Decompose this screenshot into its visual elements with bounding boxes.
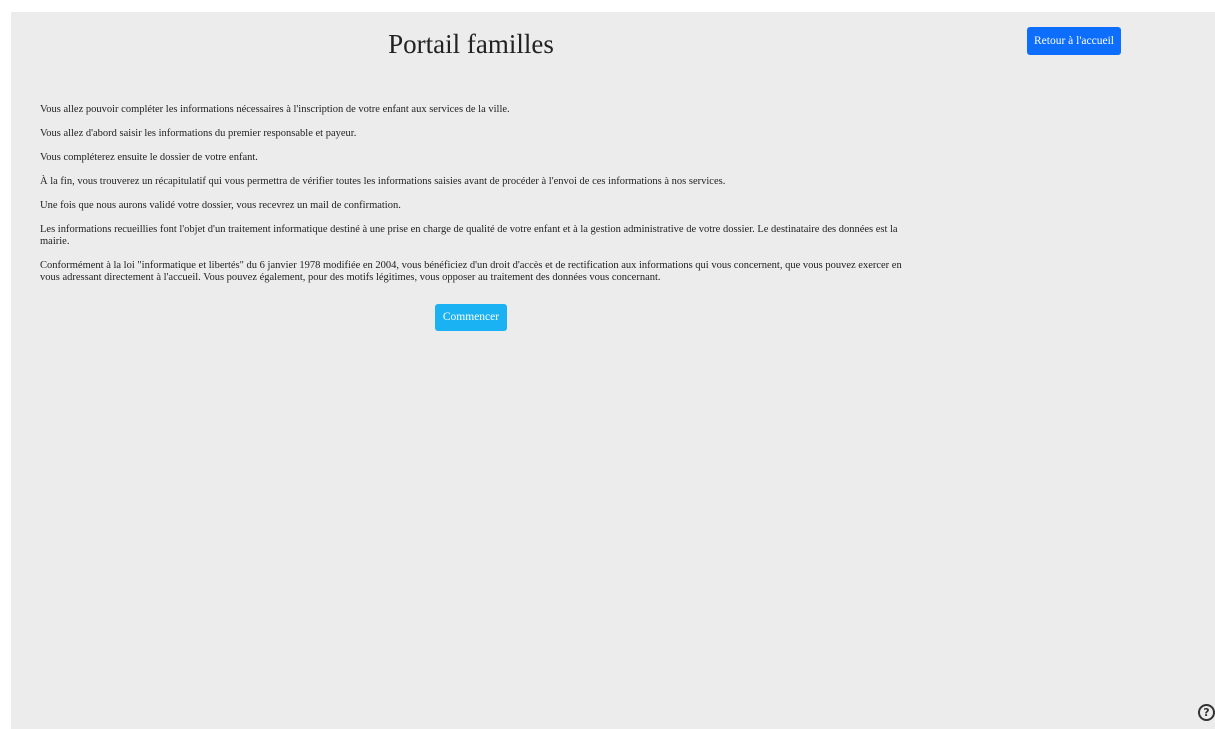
intro-paragraph: À la fin, vous trouverez un récapitulati… (40, 176, 726, 187)
start-container: Commencer (11, 304, 931, 331)
home-button[interactable]: Retour à l'accueil (1027, 27, 1121, 55)
legal-paragraph: Conformément à la loi "informatique et l… (40, 260, 902, 283)
page-title: Portail familles (388, 29, 554, 59)
intro-paragraph: Vous allez pouvoir compléter les informa… (40, 104, 510, 115)
start-button[interactable]: Commencer (434, 304, 508, 331)
intro-paragraph: Vous compléterez ensuite le dossier de v… (40, 152, 258, 163)
intro-paragraph: Vous allez d'abord saisir les informatio… (40, 128, 357, 139)
privacy-paragraph: Les informations recueillies font l'obje… (40, 224, 898, 247)
help-circle-icon[interactable]: ? (1198, 704, 1215, 721)
intro-text: Vous allez pouvoir compléter les informa… (40, 104, 910, 296)
intro-paragraph: Une fois que nous aurons validé votre do… (40, 200, 401, 211)
main-panel: Portail familles Retour à l'accueil Vous… (11, 12, 1215, 729)
